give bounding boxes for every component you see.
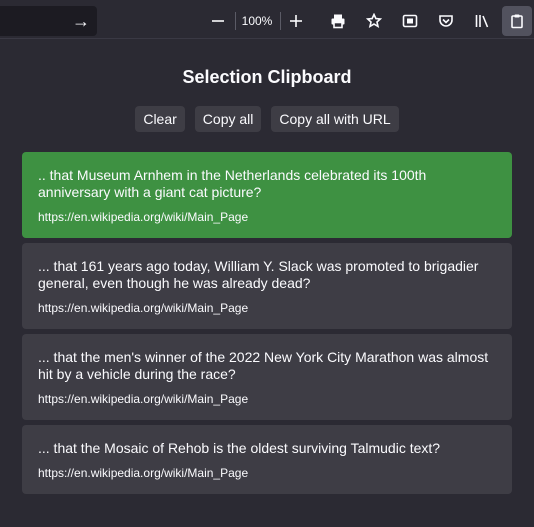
clip-list: .. that Museum Arnhem in the Netherlands… — [22, 152, 512, 499]
clipboard-icon — [511, 14, 523, 29]
browser-toolbar: → 100% — [0, 0, 534, 40]
zoom-separator — [235, 12, 236, 30]
selection-clipboard-popup: Selection Clipboard Clear Copy all Copy … — [0, 38, 534, 527]
clip-text: ... that the men's winner of the 2022 Ne… — [38, 349, 489, 382]
bookmark-button[interactable] — [359, 6, 389, 36]
clip-item[interactable]: ... that the men's winner of the 2022 Ne… — [22, 334, 512, 420]
pocket-button[interactable] — [431, 6, 461, 36]
clip-url: https://en.wikipedia.org/wiki/Main_Page — [38, 392, 249, 406]
pocket-icon — [439, 15, 453, 27]
zoom-level[interactable]: 100% — [238, 6, 276, 36]
bookmark-star-icon — [366, 13, 382, 29]
clip-item[interactable]: ... that 161 years ago today, William Y.… — [22, 243, 512, 329]
clip-url: https://en.wikipedia.org/wiki/Main_Page — [38, 210, 249, 224]
zoom-out-button[interactable] — [203, 6, 233, 36]
print-button[interactable] — [323, 6, 353, 36]
zoom-out-icon — [212, 20, 224, 22]
clip-text: ... that the Mosaic of Rehob is the olde… — [38, 440, 441, 456]
zoom-in-icon — [290, 15, 302, 27]
screenshot-button[interactable] — [395, 6, 425, 36]
clip-item[interactable]: ... that the Mosaic of Rehob is the olde… — [22, 425, 512, 494]
clip-url: https://en.wikipedia.org/wiki/Main_Page — [38, 301, 249, 315]
clear-button[interactable]: Clear — [135, 106, 185, 132]
clipboard-button[interactable] — [502, 6, 532, 36]
print-icon — [331, 14, 345, 29]
screenshot-icon — [402, 14, 418, 28]
clip-url: https://en.wikipedia.org/wiki/Main_Page — [38, 466, 249, 480]
clip-text: .. that Museum Arnhem in the Netherlands… — [38, 167, 427, 200]
copy-all-with-url-button[interactable]: Copy all with URL — [271, 106, 399, 132]
popup-title: Selection Clipboard — [182, 67, 352, 87]
clip-text: ... that 161 years ago today, William Y.… — [38, 258, 479, 291]
action-bar: Clear Copy all Copy all with URL — [0, 106, 534, 132]
go-arrow-icon[interactable]: → — [66, 6, 96, 36]
zoom-in-button[interactable] — [281, 6, 311, 36]
clip-item[interactable]: .. that Museum Arnhem in the Netherlands… — [22, 152, 512, 238]
library-button[interactable] — [467, 6, 497, 36]
copy-all-button[interactable]: Copy all — [194, 106, 262, 132]
library-icon — [475, 15, 489, 28]
